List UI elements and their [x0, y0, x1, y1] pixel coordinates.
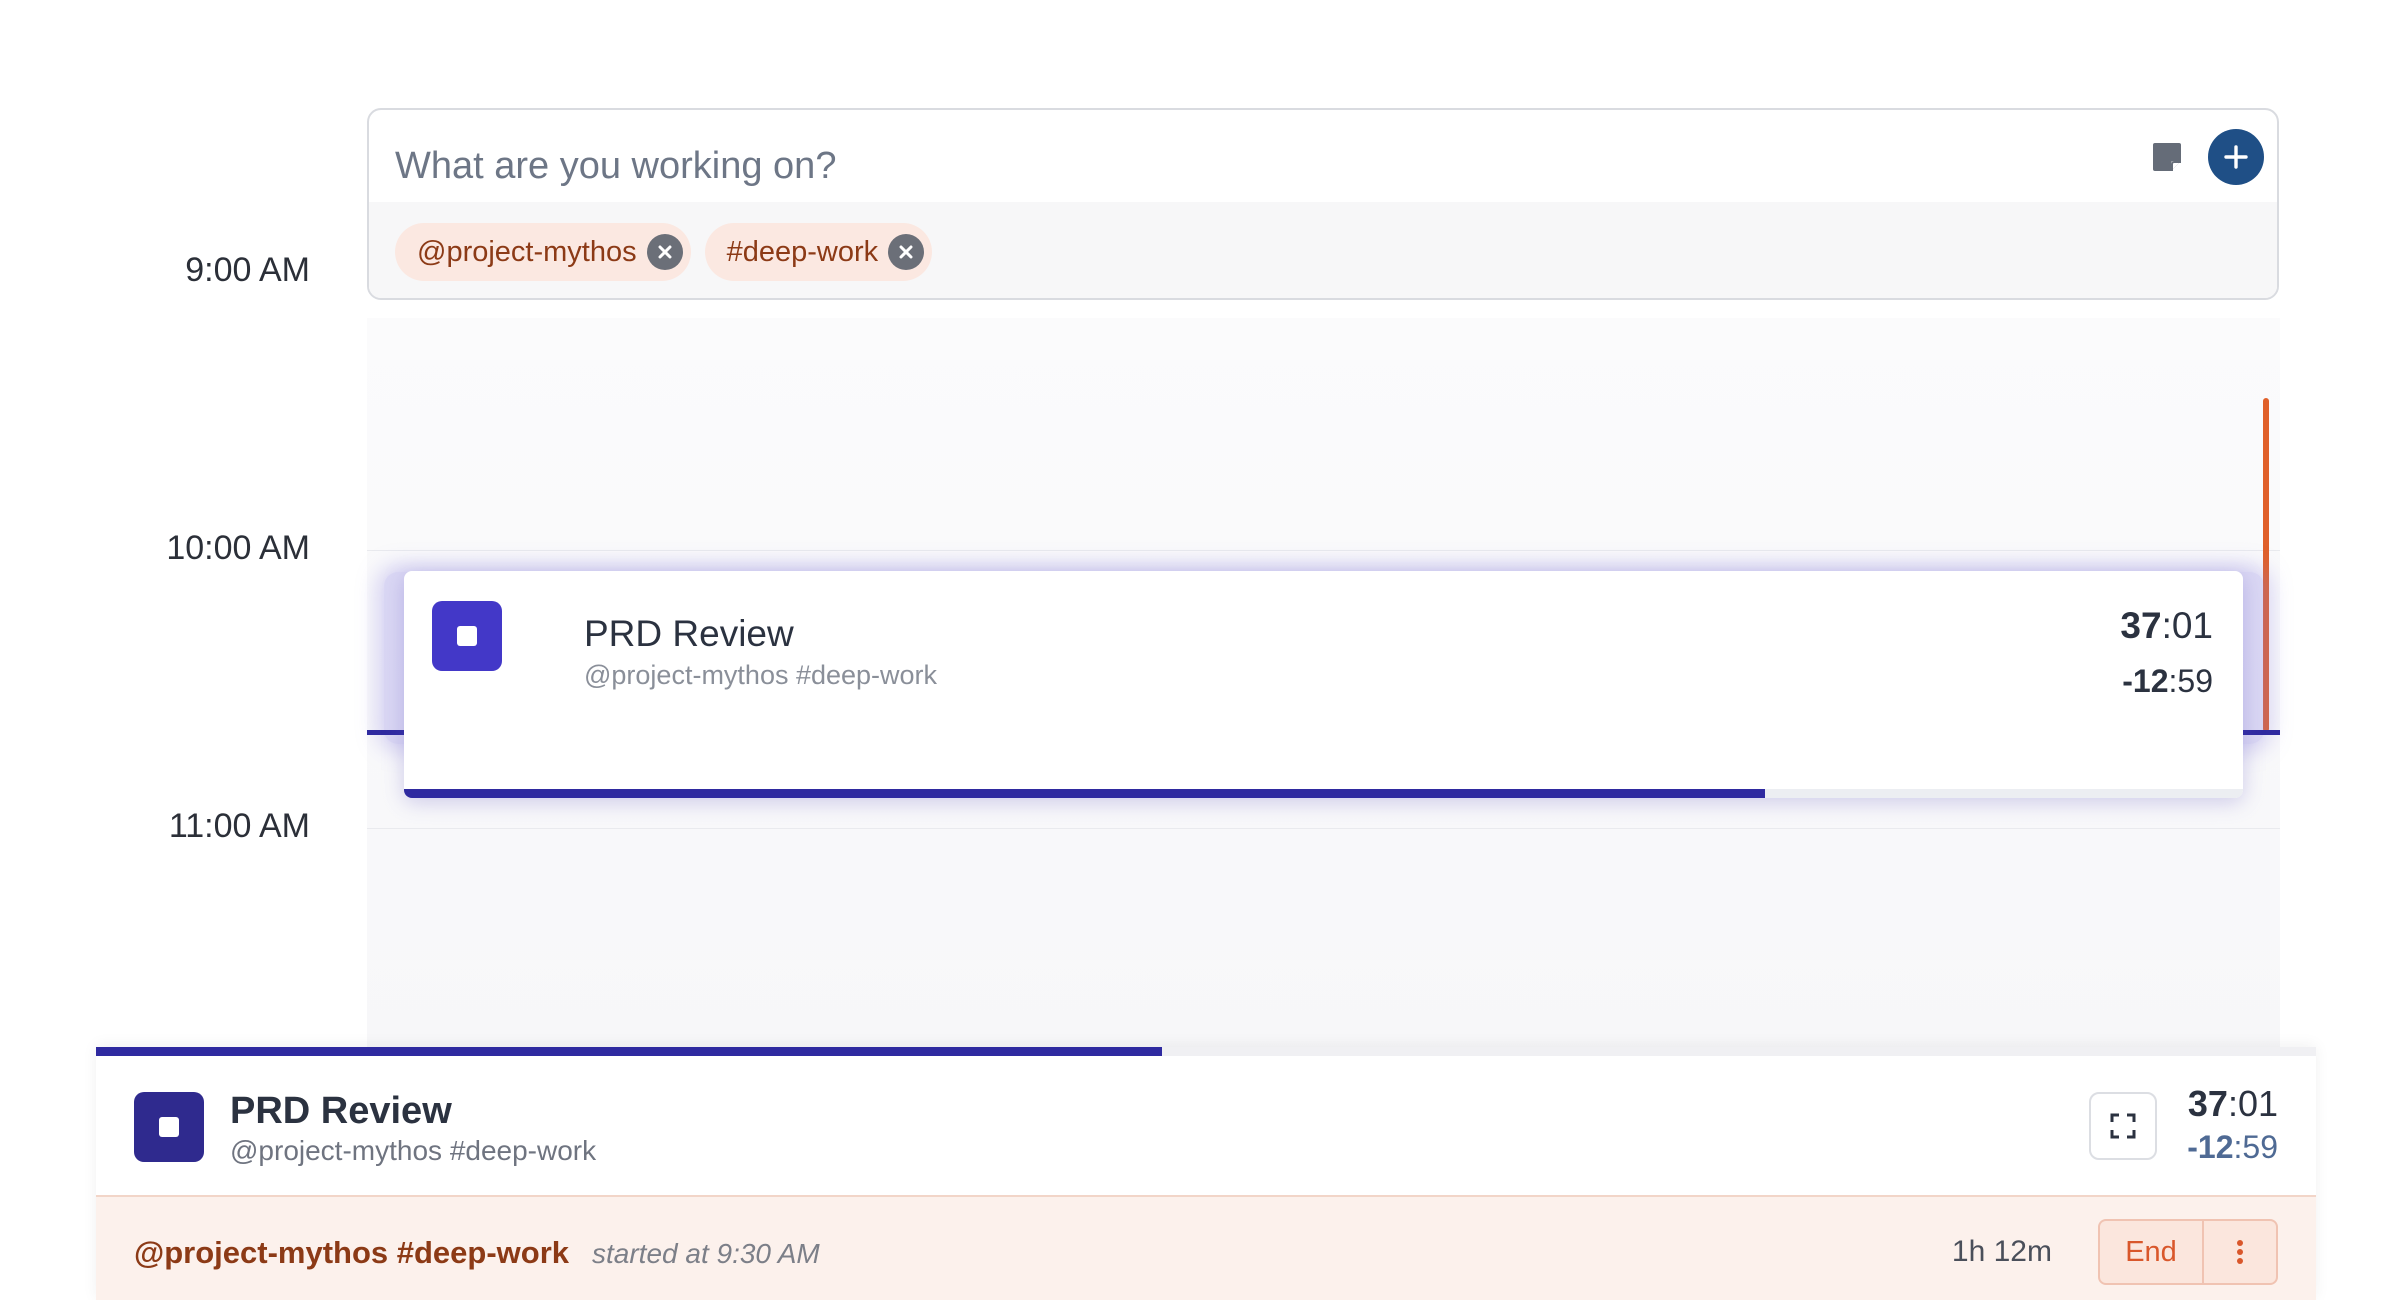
elapsed-seconds: :01	[2227, 1083, 2278, 1124]
session-row: @project-mythos #deep-work started at 9:…	[96, 1195, 2316, 1300]
end-button-group: End	[2098, 1219, 2278, 1285]
tracker-title: PRD Review	[230, 1090, 452, 1132]
selected-tags: @project-mythos #deep-work	[369, 202, 2277, 298]
plus-icon	[2224, 145, 2248, 169]
add-entry-button[interactable]	[2208, 129, 2264, 185]
sticky-note-icon[interactable]	[2150, 140, 2184, 174]
tracker-tags: @project-mythos #deep-work	[230, 1135, 597, 1166]
tag-chip-deep-work: #deep-work	[704, 223, 933, 281]
session-duration: 1h 12m	[1951, 1235, 2052, 1268]
remaining-seconds: :59	[2233, 1129, 2278, 1165]
tracker-bar: PRD Review @project-mythos #deep-work 37…	[96, 1047, 2316, 1300]
more-options-button[interactable]	[2202, 1221, 2276, 1283]
tag-chip-project: @project-mythos	[395, 223, 691, 281]
remaining-time: -12:59	[2122, 663, 2213, 700]
close-icon[interactable]	[646, 234, 683, 270]
elapsed-time: 37:01	[2120, 605, 2213, 647]
elapsed-seconds: :01	[2161, 605, 2213, 646]
tracker-remaining: -12:59	[2187, 1129, 2278, 1166]
session-start-time: started at 9:30 AM	[592, 1238, 820, 1269]
entry-input[interactable]	[395, 130, 1955, 202]
tracker-app: @project-mythos #deep-work 9:00 AM 10:00…	[0, 0, 2400, 1300]
remaining-seconds: :59	[2168, 663, 2213, 699]
tag-chip-label: @project-mythos	[417, 235, 637, 268]
session-tags: @project-mythos #deep-work	[134, 1235, 570, 1270]
new-entry-box: @project-mythos #deep-work	[367, 108, 2279, 300]
event-title: PRD Review	[584, 613, 794, 654]
close-icon[interactable]	[888, 234, 925, 270]
event-progress-fill	[404, 789, 1765, 798]
stop-icon	[159, 1117, 179, 1137]
hour-divider	[367, 828, 2280, 829]
more-vertical-icon	[2237, 1240, 2243, 1264]
hour-label: 10:00 AM	[166, 529, 310, 567]
tracker-progress-fill	[96, 1047, 1162, 1056]
end-button[interactable]: End	[2100, 1221, 2202, 1283]
tracker-elapsed: 37:01	[2188, 1083, 2278, 1125]
remaining-minutes: -12	[2187, 1129, 2234, 1165]
tag-chip-label: #deep-work	[726, 235, 879, 268]
remaining-minutes: -12	[2122, 663, 2169, 699]
elapsed-minutes: 37	[2187, 1083, 2228, 1124]
expand-icon	[2110, 1113, 2136, 1139]
expand-button[interactable]	[2089, 1092, 2157, 1160]
event-progress-bar	[404, 789, 2243, 798]
event-tags: @project-mythos #deep-work	[584, 660, 938, 690]
stop-button[interactable]	[432, 601, 502, 671]
active-event-card[interactable]: PRD Review @project-mythos #deep-work 37…	[404, 571, 2243, 798]
hour-divider	[367, 550, 2280, 551]
stop-icon	[457, 626, 477, 646]
elapsed-minutes: 37	[2120, 605, 2162, 646]
tracker-progress-bar	[96, 1047, 2316, 1056]
hour-label: 11:00 AM	[168, 807, 310, 845]
stop-button[interactable]	[134, 1092, 204, 1162]
hour-label: 9:00 AM	[185, 251, 310, 289]
